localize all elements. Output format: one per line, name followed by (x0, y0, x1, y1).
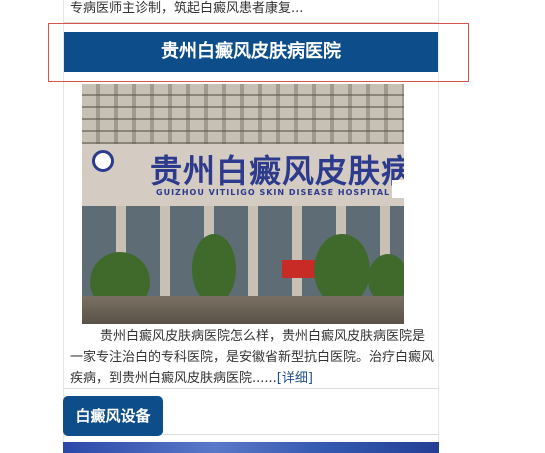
section-underline (163, 434, 439, 435)
previous-article-snippet[interactable]: 专病医师主诊制，筑起白癜风患者康复... (70, 0, 303, 20)
more-details-link[interactable]: [详细] (277, 371, 313, 386)
selection-highlight-box (48, 23, 469, 82)
page: 专病医师主诊制，筑起白癜风患者康复... 贵州白癜风皮肤病医院 贵州白癜风皮肤病… (0, 0, 545, 453)
tree (192, 234, 236, 304)
hospital-description: 贵州白癜风皮肤病医院怎么样，贵州白癜风皮肤病医院是一家专注治白的专科医院，是安徽… (70, 326, 436, 389)
building-sign-text: 贵州白癜风皮肤病医院 (150, 152, 404, 190)
medical-cross-icon (392, 180, 404, 198)
building-floor-lines (82, 84, 404, 144)
street-ground (82, 296, 404, 324)
equipment-section-tab[interactable]: 白癜风设备 (63, 396, 163, 436)
section-divider (63, 388, 439, 389)
building-sign-subtext: GUIZHOU VITILIGO SKIN DISEASE HOSPITAL (156, 188, 391, 197)
hospital-logo-icon (92, 150, 114, 172)
equipment-image[interactable] (63, 442, 439, 453)
hospital-building-image[interactable]: 贵州白癜风皮肤病医院 GUIZHOU VITILIGO SKIN DISEASE… (82, 84, 404, 324)
hospital-description-text: 贵州白癜风皮肤病医院怎么样，贵州白癜风皮肤病医院是一家专注治白的专科医院，是安徽… (70, 329, 435, 386)
